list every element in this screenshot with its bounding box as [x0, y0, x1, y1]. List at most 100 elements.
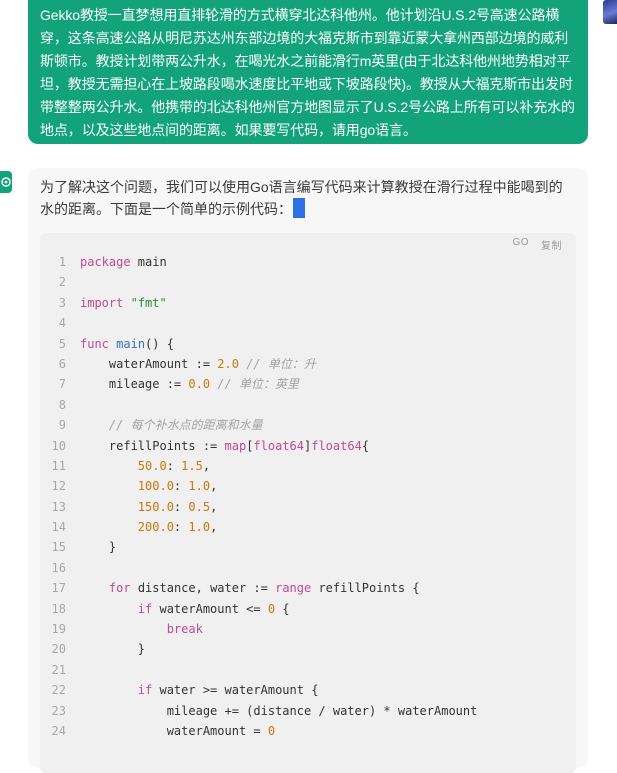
code-token: 0: [267, 723, 276, 738]
code-token: if: [137, 601, 153, 616]
code-block: GO 复制 1 package main 2 3 import "fmt" 4 5 func …: [40, 233, 576, 773]
code-token: for: [108, 581, 131, 596]
code-toolbar: GO 复制: [512, 237, 562, 252]
code-line: 4: [40, 313, 576, 333]
code-token: ,: [202, 458, 211, 473]
code-line: 3 import "fmt": [40, 293, 576, 313]
code-token: func: [80, 336, 109, 351]
code-line: 8: [40, 395, 576, 415]
code-token: if: [137, 683, 153, 698]
code-line: 22 if water >= waterAmount {: [40, 680, 576, 700]
code-line: 17 for distance, water := range refillPo…: [40, 578, 576, 598]
line-number: 8: [58, 397, 66, 412]
code-token: range: [275, 581, 312, 596]
code-token: 1.0: [188, 520, 211, 535]
copy-code-button[interactable]: 复制: [541, 237, 562, 252]
line-number: 9: [58, 418, 66, 433]
line-number: 6: [58, 356, 66, 371]
code-token: :: [173, 520, 189, 535]
code-token: "fmt": [130, 295, 167, 310]
code-token: main: [116, 336, 146, 351]
line-number: 10: [51, 438, 66, 453]
code-token: water >= waterAmount {: [152, 683, 319, 698]
line-number: 2: [58, 275, 66, 290]
code-token: 0.5: [188, 499, 211, 514]
code-token: 0: [267, 601, 276, 616]
code-line: 14 200.0: 1.0,: [40, 517, 576, 537]
line-number: 16: [51, 560, 66, 575]
line-number: 4: [58, 316, 66, 331]
code-token: 2.0: [217, 356, 239, 371]
line-number: 5: [58, 336, 66, 351]
line-number: 1: [58, 255, 66, 269]
code-token: import: [80, 295, 124, 310]
code-token: // 每个补水点的距离和水量: [108, 418, 263, 433]
code-token: 150.0: [137, 499, 174, 514]
line-number: 14: [51, 520, 66, 535]
code-token: 50.0: [137, 458, 167, 473]
line-number: 3: [58, 295, 66, 310]
code-token: refillPoints :=: [80, 438, 225, 453]
code-line: 10 refillPoints := map[float64]float64{: [40, 436, 576, 456]
assistant-avatar: [0, 171, 12, 193]
code-lines: 1 package main 2 3 import "fmt" 4 5 func main()…: [40, 252, 576, 741]
code-line: 9 // 每个补水点的距离和水量: [40, 415, 576, 435]
code-token: waterAmount <=: [152, 601, 268, 616]
line-number: 18: [51, 601, 66, 616]
line-number: 19: [51, 622, 66, 637]
code-token: package: [80, 255, 131, 269]
line-number: 21: [51, 662, 66, 677]
code-token: () {: [145, 336, 174, 351]
code-line: 24 waterAmount = 0: [40, 721, 576, 741]
user-avatar: [603, 0, 617, 24]
code-token: }: [80, 642, 146, 657]
code-line: 15 }: [40, 537, 576, 557]
code-line: 13 150.0: 0.5,: [40, 497, 576, 517]
code-token: ,: [210, 520, 218, 535]
code-line: 12 100.0: 1.0,: [40, 476, 576, 496]
code-token: {: [275, 601, 290, 616]
code-token: map: [224, 438, 247, 453]
code-token: distance, water :=: [130, 581, 276, 596]
code-line: 16: [40, 558, 576, 578]
line-number: 12: [51, 479, 66, 494]
code-token: :: [173, 479, 189, 494]
line-number: 15: [51, 540, 66, 555]
code-token: }: [80, 540, 117, 555]
code-token: mileage :=: [80, 377, 189, 392]
typing-cursor: [293, 198, 305, 218]
code-token: // 单位：英里: [217, 377, 299, 392]
line-number: 24: [51, 723, 66, 738]
code-token: refillPoints {: [311, 581, 420, 596]
user-message-text: Gekko教授一直梦想用直排轮滑的方式横穿北达科他州。他计划沿U.S.2号高速公…: [40, 7, 575, 138]
code-language-label: GO: [512, 237, 529, 248]
assistant-intro-text: 为了解决这个问题，我们可以使用Go语言编写代码来计算教授在滑行过程中能喝到的水的…: [40, 176, 565, 220]
code-token: :: [166, 458, 182, 473]
line-number: 23: [51, 703, 66, 718]
code-line: 6 waterAmount := 2.0 // 单位：升: [40, 354, 576, 374]
code-token: 1.0: [188, 479, 211, 494]
line-number: 22: [51, 683, 66, 698]
line-number: 20: [51, 642, 66, 657]
code-token: float64: [253, 438, 304, 453]
code-token: waterAmount =: [80, 723, 268, 738]
code-line: 20 }: [40, 639, 576, 659]
code-token: 100.0: [137, 479, 174, 494]
code-token: 0.0: [188, 377, 211, 392]
code-line: 18 if waterAmount <= 0 {: [40, 599, 576, 619]
code-token: mileage += (distance / water) * waterAmo…: [80, 703, 478, 718]
code-token: ,: [210, 499, 218, 514]
code-line: 7 mileage := 0.0 // 单位：英里: [40, 374, 576, 394]
code-token: {: [361, 438, 370, 453]
line-number: 7: [58, 377, 66, 392]
code-line: 19 break: [40, 619, 576, 639]
code-token: :: [173, 499, 189, 514]
